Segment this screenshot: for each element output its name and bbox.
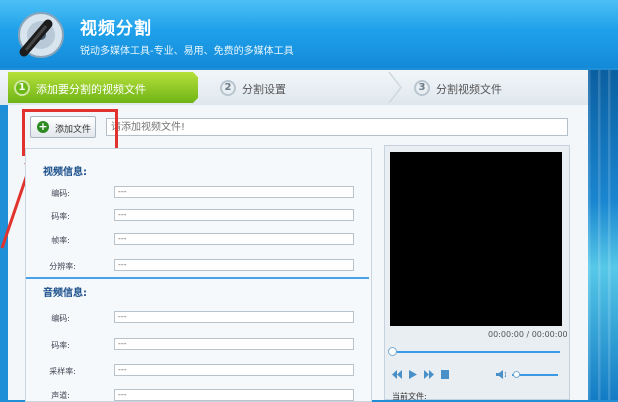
seek-handle[interactable] [388,347,397,356]
side-decoration [588,70,618,400]
fast-forward-icon[interactable] [424,370,434,379]
video-bitrate-label: 码率: [51,212,70,221]
video-resolution-label: 分辨率: [49,262,76,271]
audio-channels-field: --- [114,389,354,401]
time-readout: 00:00:00 / 00:00:00 [488,330,568,339]
volume-handle[interactable] [512,371,520,378]
step-2-number: 2 [220,80,236,96]
play-icon[interactable] [408,370,418,379]
volume-icon[interactable] [496,370,506,379]
audio-bitrate-field: --- [114,338,354,350]
section-divider [26,277,369,279]
app-subtitle: 锐动多媒体工具-专业、易用、免费的多媒体工具 [80,46,294,57]
video-info-title: 视频信息: [43,167,87,178]
video-preview [390,152,562,326]
step-3-number: 3 [414,80,430,96]
step-2-label[interactable]: 分割设置 [242,81,286,97]
video-codec-label: 编码: [51,189,70,198]
file-path-input[interactable] [106,118,568,136]
audio-codec-label: 编码: [51,314,70,323]
app-logo-icon [14,8,68,62]
audio-samplerate-field: --- [114,364,354,376]
audio-samplerate-label: 采样率: [49,367,76,376]
rewind-icon[interactable] [392,370,402,379]
video-bitrate-field: --- [114,209,354,221]
video-framerate-field: --- [114,233,354,245]
audio-codec-field: --- [114,311,354,323]
step-1-label[interactable]: 添加要分割的视频文件 [36,81,146,97]
stop-icon[interactable] [440,370,450,379]
app-title: 视频分割 [80,19,152,39]
seek-bar[interactable] [392,351,560,353]
video-resolution-field: --- [114,259,354,271]
video-framerate-label: 帧率: [51,236,70,245]
audio-bitrate-label: 码率: [51,341,70,350]
step-3-label[interactable]: 分割视频文件 [436,81,502,97]
audio-channels-label: 声道: [51,391,70,400]
current-file-label: 当前文件: [392,392,427,401]
audio-info-title: 音频信息: [43,288,87,299]
step-1-number: 1 [14,80,30,96]
video-codec-field: --- [114,186,354,198]
